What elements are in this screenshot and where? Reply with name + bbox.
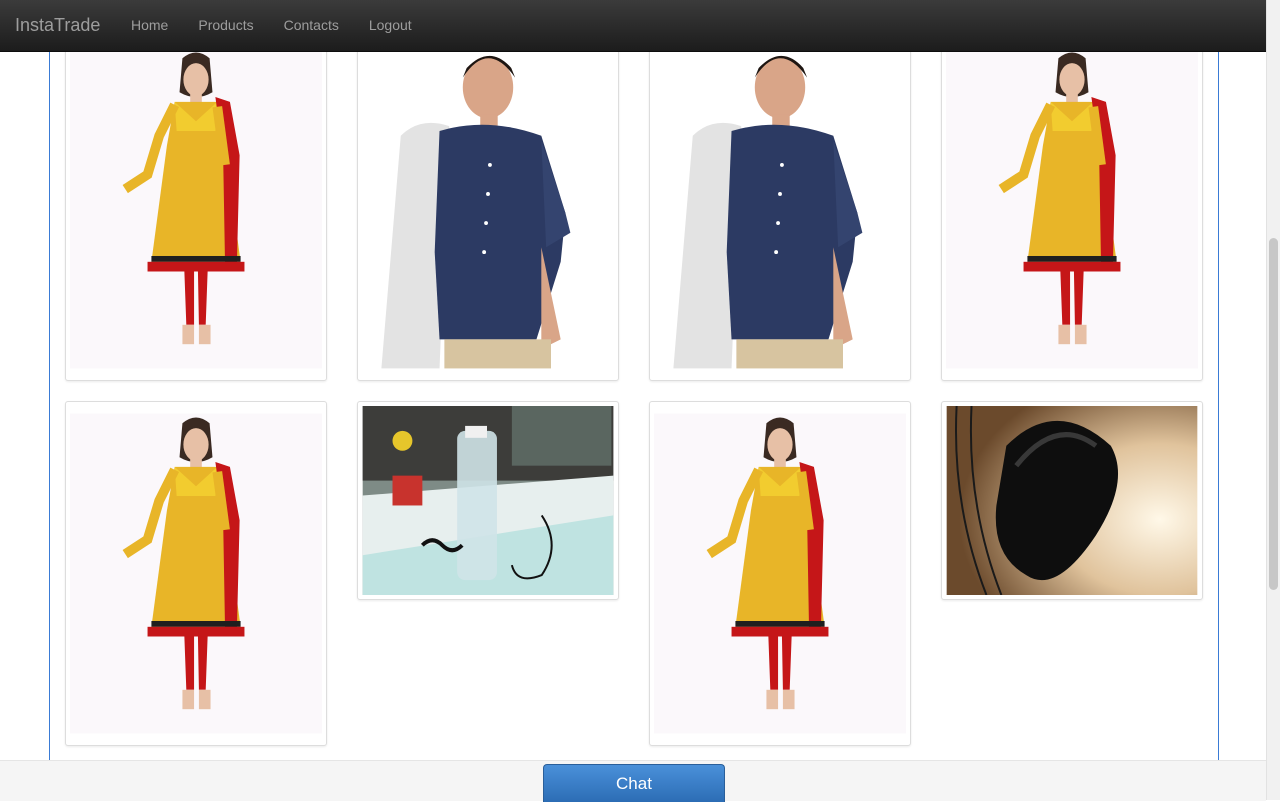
product-thumbnail[interactable] — [649, 51, 911, 381]
page-scrollbar[interactable] — [1266, 0, 1280, 800]
product-image-kurta — [70, 51, 322, 376]
product-image-desk — [362, 406, 614, 595]
product-thumbnail[interactable] — [941, 51, 1203, 381]
product-thumbnail[interactable] — [357, 401, 619, 600]
navbar: InstaTrade Home Products Contacts Logout — [0, 0, 1266, 52]
product-grid — [49, 51, 1219, 760]
product-thumbnail[interactable] — [941, 401, 1203, 600]
nav-home-link[interactable]: Home — [116, 0, 183, 51]
nav-products-link[interactable]: Products — [183, 0, 268, 51]
nav-contacts-link[interactable]: Contacts — [269, 0, 354, 51]
product-thumbnail[interactable] — [649, 401, 911, 746]
chat-button[interactable]: Chat — [543, 764, 725, 802]
product-thumbnail[interactable] — [65, 401, 327, 746]
brand-logo[interactable]: InstaTrade — [15, 15, 100, 36]
product-image-kurta — [946, 51, 1198, 376]
product-thumbnail[interactable] — [65, 51, 327, 381]
product-image-mouse — [946, 406, 1198, 595]
product-thumbnail[interactable] — [357, 51, 619, 381]
product-image-kurta — [70, 406, 322, 741]
footer-bar: Chat — [0, 760, 1266, 802]
main-nav: Home Products Contacts Logout — [116, 0, 427, 51]
product-image-kurta — [654, 406, 906, 741]
scrollbar-thumb[interactable] — [1269, 238, 1278, 590]
product-image-shirt — [362, 51, 614, 376]
nav-logout-link[interactable]: Logout — [354, 0, 427, 51]
product-image-shirt — [654, 51, 906, 376]
